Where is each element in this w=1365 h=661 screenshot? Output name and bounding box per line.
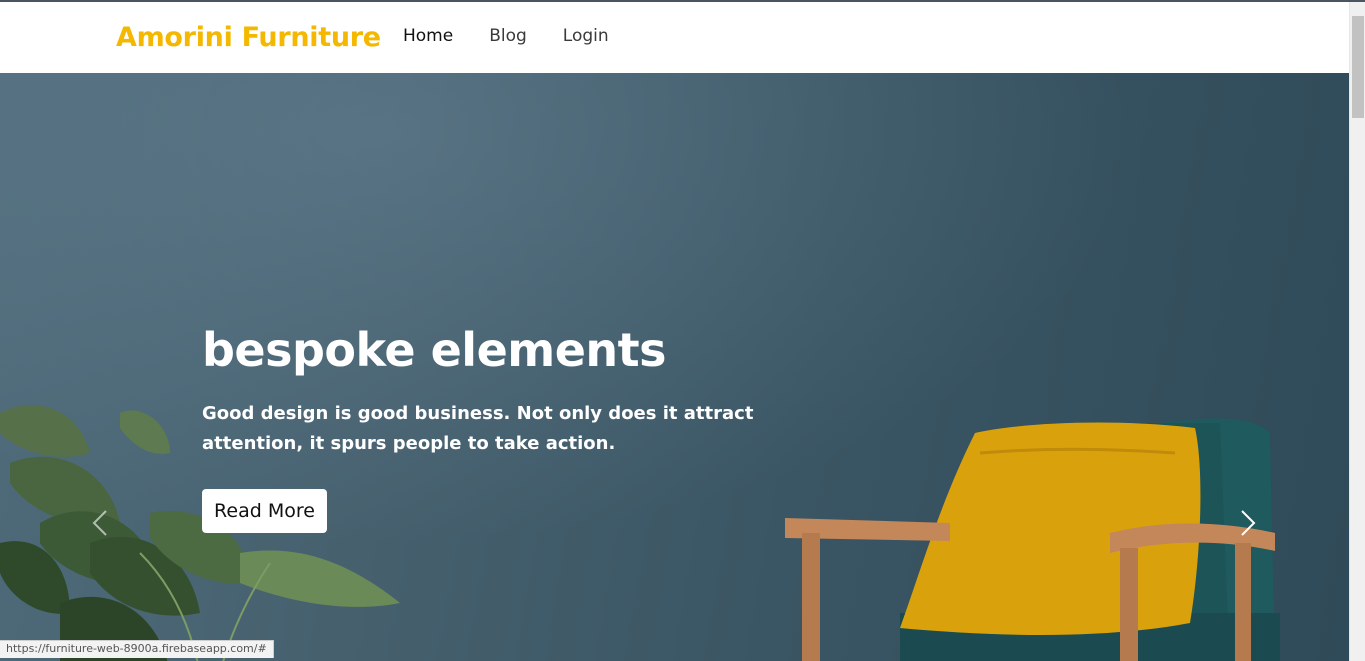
scrollbar-thumb[interactable] <box>1352 16 1364 118</box>
navbar: Amorini Furniture Home Blog Login <box>0 2 1349 73</box>
brand-logo[interactable]: Amorini Furniture <box>116 22 381 53</box>
nav-link-blog[interactable]: Blog <box>489 26 527 46</box>
hero-description: Good design is good business. Not only d… <box>202 403 754 454</box>
status-bar-url: https://furniture-web-8900a.firebaseapp.… <box>0 640 274 658</box>
chair-illustration <box>785 418 1280 661</box>
carousel-prev-button[interactable] <box>86 503 116 543</box>
nav-link-home[interactable]: Home <box>403 26 453 46</box>
carousel-next-button[interactable] <box>1232 503 1262 543</box>
hero-title: bespoke elements <box>202 323 667 377</box>
chevron-left-icon <box>92 510 107 536</box>
chevron-right-icon <box>1241 510 1256 536</box>
nav-links: Home Blog Login <box>403 26 645 46</box>
hero-carousel: bespoke elements Good design is good bus… <box>0 73 1349 661</box>
vertical-scrollbar[interactable] <box>1349 2 1365 661</box>
read-more-button[interactable]: Read More <box>202 489 327 533</box>
nav-link-login[interactable]: Login <box>563 26 609 46</box>
